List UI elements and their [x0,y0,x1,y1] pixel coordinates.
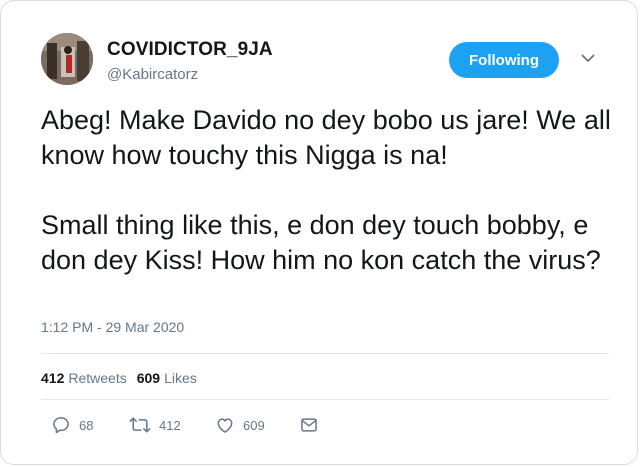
tweet-card: COVIDICTOR_9JA @Kabircatorz Following Ab… [0,0,638,465]
divider-top [41,353,609,354]
following-button[interactable]: Following [449,42,559,78]
retweet-button[interactable]: 412 [129,415,215,435]
divider-bottom [41,399,609,400]
likes-count: 609 [136,370,161,386]
chevron-down-icon[interactable] [579,51,597,65]
direct-message-button[interactable] [299,415,319,435]
retweets-stat[interactable]: 412 Retweets [41,370,127,386]
message-icon [299,415,319,435]
tweet-timestamp[interactable]: 1:12 PM - 29 Mar 2020 [41,319,184,335]
retweets-count: 412 [41,370,65,386]
action-bar: 68 412 609 [51,415,319,435]
likes-label: Likes [164,370,197,386]
engagement-stats: 412 Retweets 609 Likes [41,370,197,386]
like-count: 609 [243,417,265,433]
display-name[interactable]: COVIDICTOR_9JA [107,39,273,61]
user-handle[interactable]: @Kabircatorz [107,66,198,83]
retweet-icon [129,415,151,435]
avatar[interactable] [41,33,93,85]
like-button[interactable]: 609 [215,415,299,435]
retweets-label: Retweets [68,370,127,386]
tweet-text: Abeg! Make Davido no dey bobo us jare! W… [41,103,611,278]
tweet-paragraph-1: Abeg! Make Davido no dey bobo us jare! W… [41,105,611,170]
reply-icon [51,415,71,435]
likes-stat[interactable]: 609 Likes [137,370,197,386]
reply-button[interactable]: 68 [51,415,129,435]
reply-count: 68 [79,417,94,433]
retweet-count: 412 [159,417,181,433]
tweet-paragraph-2: Small thing like this, e don dey touch b… [41,210,601,275]
like-icon [215,415,235,435]
